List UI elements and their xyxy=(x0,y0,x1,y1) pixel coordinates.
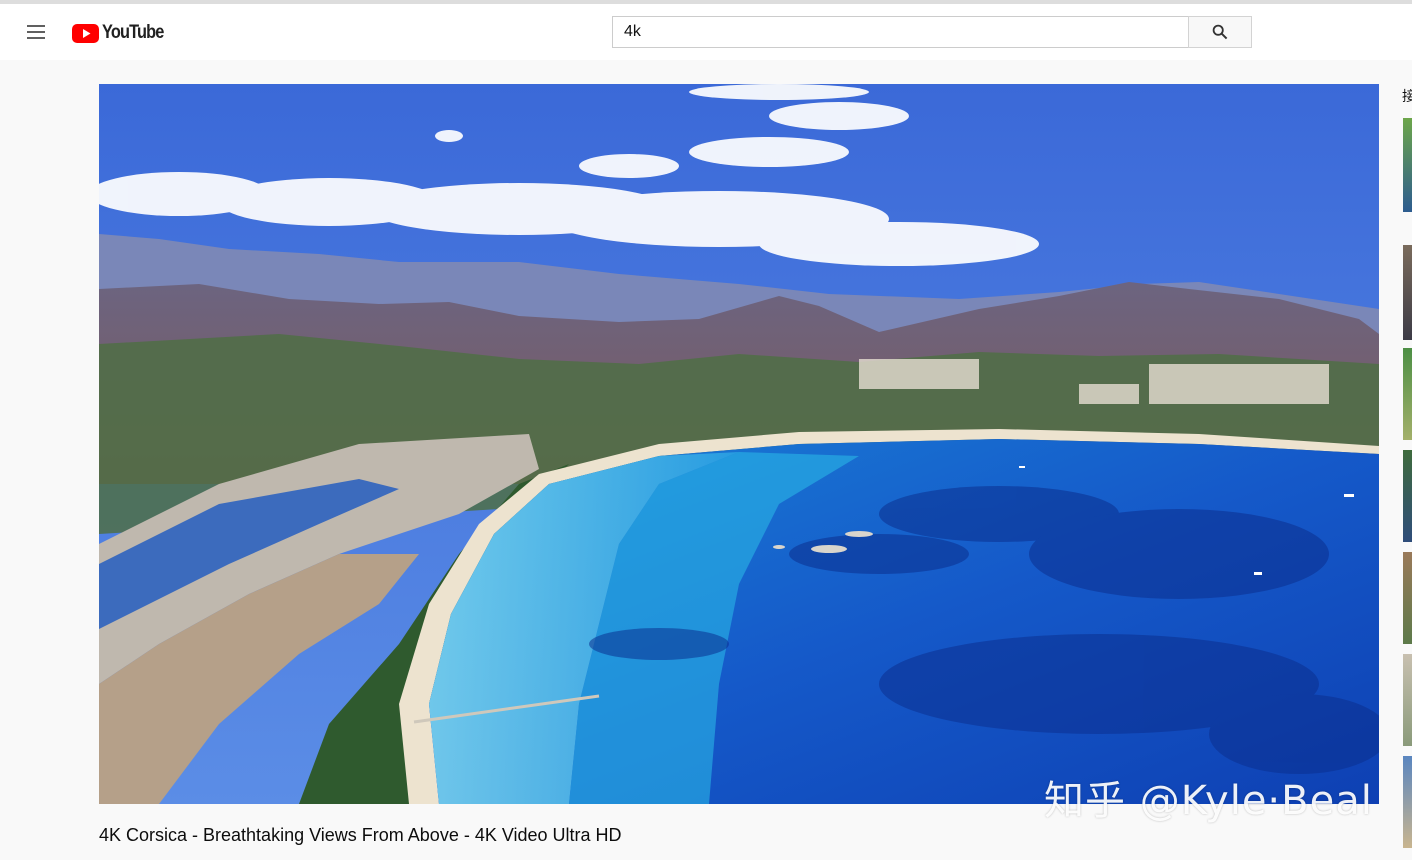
hamburger-menu-icon-bar xyxy=(27,31,45,33)
sidebar-heading: 接 xyxy=(1402,89,1412,104)
youtube-wordmark: YouTube xyxy=(102,22,164,43)
youtube-play-icon xyxy=(72,23,99,43)
video-frame-corsica-bay xyxy=(99,84,1379,804)
video-title: 4K Corsica - Breathtaking Views From Abo… xyxy=(99,825,622,845)
youtube-logo[interactable]: YouTube xyxy=(72,22,173,44)
video-player[interactable] xyxy=(99,84,1379,804)
related-video-thumbnail[interactable] xyxy=(1403,450,1412,542)
hamburger-menu-icon xyxy=(27,25,45,27)
video-watermark: 知乎 @Kyle·Beal xyxy=(1044,778,1373,824)
search-icon xyxy=(1212,24,1228,40)
related-video-thumbnail[interactable] xyxy=(1403,756,1412,848)
related-video-thumbnail[interactable] xyxy=(1403,348,1412,440)
search-input[interactable] xyxy=(612,16,1188,48)
hamburger-menu-icon-bar xyxy=(27,37,45,39)
search-button[interactable] xyxy=(1188,16,1252,48)
related-video-thumbnail[interactable] xyxy=(1403,118,1412,212)
guide-menu-button[interactable] xyxy=(20,20,52,44)
related-video-thumbnail[interactable] xyxy=(1403,245,1412,340)
masthead: YouTube xyxy=(0,4,1412,60)
search-box xyxy=(612,16,1252,48)
related-video-thumbnail[interactable] xyxy=(1403,552,1412,644)
related-video-thumbnail[interactable] xyxy=(1403,654,1412,746)
